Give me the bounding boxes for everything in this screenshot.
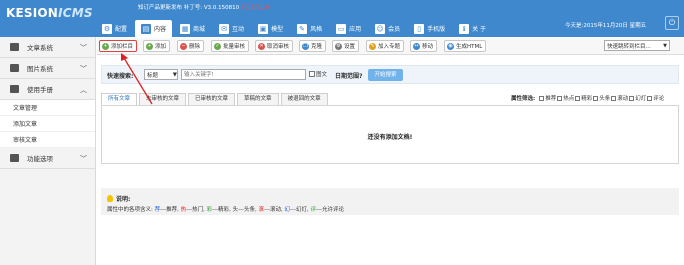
exit-button[interactable]: ⏻ xyxy=(665,16,679,30)
tab-config[interactable]: ⚙ 配置 xyxy=(96,20,133,37)
batch-audit-button[interactable]: ✓ 批量审核 xyxy=(211,40,250,52)
date-text: 今天是:2015年11月20日 星期五 xyxy=(565,23,647,29)
cancel-audit-icon: ✕ xyxy=(258,42,265,50)
topic-icon: ✎ xyxy=(369,42,376,50)
filter-checkbox[interactable] xyxy=(611,95,617,101)
tab-about[interactable]: ℹ关 于 xyxy=(453,20,492,37)
tab-drafts[interactable]: 草稿的文章 xyxy=(237,93,279,105)
settings-icon: ⚙ xyxy=(335,42,342,50)
filter-checkbox[interactable] xyxy=(539,95,545,101)
filter-checkbox[interactable] xyxy=(557,95,563,101)
notes-title: 说明: xyxy=(107,194,130,203)
version-note: 知订产品更新发布 补丁号: V3.0.150810 2015/8/10 xyxy=(138,5,270,11)
app-icon: ▭ xyxy=(336,23,347,34)
content-tabs: 所有文章 未审核的文章 已审核的文章 草稿的文章 被退回的文章 xyxy=(101,93,330,105)
tab-app[interactable]: ▭ 应用 xyxy=(330,20,367,37)
filter-checkbox[interactable] xyxy=(647,95,653,101)
manual-icon xyxy=(10,85,19,93)
tab-member[interactable]: ☺ 会员 xyxy=(369,20,406,37)
filter-checkbox[interactable] xyxy=(575,95,581,101)
start-search-button[interactable]: 开始搜索 xyxy=(368,69,403,81)
sidebar-item-add-article[interactable]: 添加文章 xyxy=(0,116,95,132)
search-bar: 快速搜索: 标题 ▼ 图文 日期范围? 开始搜索 xyxy=(101,65,679,84)
plus-icon: + xyxy=(102,42,109,50)
document-icon: ▤ xyxy=(141,23,152,34)
sidebar-group-pictures[interactable]: 图片系统 ﹀ xyxy=(0,58,95,79)
tab-returned[interactable]: 被退回的文章 xyxy=(280,93,328,105)
sidebar: 文章系统 ﹀ 图片系统 ﹀ 使用手册 ︿ 文章管理 添加文章 审核文章 功能选项… xyxy=(0,37,96,265)
tab-mobile[interactable]: ▯ 手机版 xyxy=(408,20,451,37)
sidebar-item-article-manage[interactable]: 文章管理 xyxy=(0,100,95,116)
cancel-audit-button[interactable]: ✕ 取消审核 xyxy=(255,40,294,52)
tab-audited[interactable]: 已审核的文章 xyxy=(188,93,236,105)
sidebar-group-options[interactable]: 功能选项 ﹀ xyxy=(0,148,95,169)
chevron-down-icon: ﹀ xyxy=(80,155,87,163)
search-label: 快速搜索: xyxy=(107,73,134,80)
tab-unaudited[interactable]: 未审核的文章 xyxy=(139,93,187,105)
dropdown-arrow-icon: ▼ xyxy=(172,71,177,78)
add-column-button[interactable]: + 添加栏目 xyxy=(99,40,138,52)
toolbar: + 添加栏目 + 添加 − 删除 ✓ 批量审核 ✕ 取消审核 ❐ 克隆 ⚙ 设置 ✎ 加入专题 … xyxy=(97,38,684,55)
options-icon xyxy=(10,154,19,162)
batch-audit-icon: ✓ xyxy=(214,42,221,50)
tab-all-articles[interactable]: 所有文章 xyxy=(101,93,138,105)
image-article-checkbox[interactable]: 图文 xyxy=(309,70,327,78)
lightbulb-icon xyxy=(107,195,113,202)
tab-interact[interactable]: ✉ 互动 xyxy=(213,20,250,37)
chevron-up-icon: ︿ xyxy=(80,86,87,94)
quick-jump-select[interactable]: 快速跳转到栏目... ▼ xyxy=(604,40,670,51)
tab-shop[interactable]: ▦ 商城 xyxy=(174,20,211,37)
top-header: KESIONICMS 知订产品更新发布 补丁号: V3.0.150810 201… xyxy=(0,0,684,37)
search-field-select[interactable]: 标题 ▼ xyxy=(144,69,178,80)
sidebar-item-audit-article[interactable]: 审核文章 xyxy=(0,132,95,148)
generate-html-button[interactable]: ◉ 生成HTML xyxy=(444,40,487,52)
search-input[interactable] xyxy=(181,69,306,80)
tab-model[interactable]: ▣ 模型 xyxy=(252,20,289,37)
tab-content[interactable]: ▤ 内容 xyxy=(135,20,173,37)
filter-checkbox[interactable] xyxy=(629,95,635,101)
notes-text: 属性中的各项含义: 荐---推荐, 热---热门, 彩---精彩, 头---头条… xyxy=(107,207,344,213)
clone-button[interactable]: ❐ 克隆 xyxy=(299,40,327,52)
delete-button[interactable]: − 删除 xyxy=(177,40,205,52)
add-topic-button[interactable]: ✎ 加入专题 xyxy=(366,40,405,52)
article-icon xyxy=(10,43,19,51)
chat-icon: ✉ xyxy=(219,23,230,34)
mobile-icon: ▯ xyxy=(414,23,425,34)
clone-icon: ❐ xyxy=(302,42,309,50)
gear-icon: ⚙ xyxy=(102,23,112,34)
article-list: 还没有添加文档! xyxy=(101,105,679,164)
sidebar-group-manual[interactable]: 使用手册 ︿ xyxy=(0,79,95,100)
main-nav: ⚙ 配置 ▤ 内容 ▦ 商城 ✉ 互动 ▣ 模型 ✎ 风格 ▭ 应用 ☺ 会员 ▯ 手机版 ℹ关 … xyxy=(96,20,494,37)
empty-message: 还没有添加文档! xyxy=(367,134,413,141)
chevron-down-icon: ﹀ xyxy=(80,44,87,52)
date-range-toggle[interactable]: 日期范围? xyxy=(335,71,362,80)
checkbox-box xyxy=(309,71,315,77)
shop-icon: ▦ xyxy=(180,23,191,34)
add-icon: + xyxy=(146,42,153,50)
move-icon: ↔ xyxy=(413,42,420,50)
filter-checkbox[interactable] xyxy=(593,95,599,101)
power-icon: ⏻ xyxy=(668,18,676,27)
notes-panel: 说明: 属性中的各项含义: 荐---推荐, 热---热门, 彩---精彩, 头-… xyxy=(101,188,679,215)
attribute-filter: 属性筛选: 推荐 热点 精彩 头条 滚动 幻灯 评论 xyxy=(511,95,665,102)
move-button[interactable]: ↔ 移动 xyxy=(410,40,438,52)
sidebar-group-articles[interactable]: 文章系统 ﹀ xyxy=(0,37,95,58)
member-icon: ☺ xyxy=(375,23,386,34)
picture-icon xyxy=(10,64,19,72)
settings-button[interactable]: ⚙ 设置 xyxy=(332,40,360,52)
about-icon: ℹ xyxy=(459,23,470,34)
delete-icon: − xyxy=(180,42,187,50)
tab-style[interactable]: ✎ 风格 xyxy=(291,20,328,37)
style-icon: ✎ xyxy=(297,23,308,34)
add-button[interactable]: + 添加 xyxy=(143,40,171,52)
logo: KESIONICMS xyxy=(6,6,93,20)
html-icon: ◉ xyxy=(447,42,454,50)
chevron-down-icon: ﹀ xyxy=(80,65,87,73)
dropdown-arrow-icon: ▼ xyxy=(663,42,667,49)
model-icon: ▣ xyxy=(258,23,269,34)
